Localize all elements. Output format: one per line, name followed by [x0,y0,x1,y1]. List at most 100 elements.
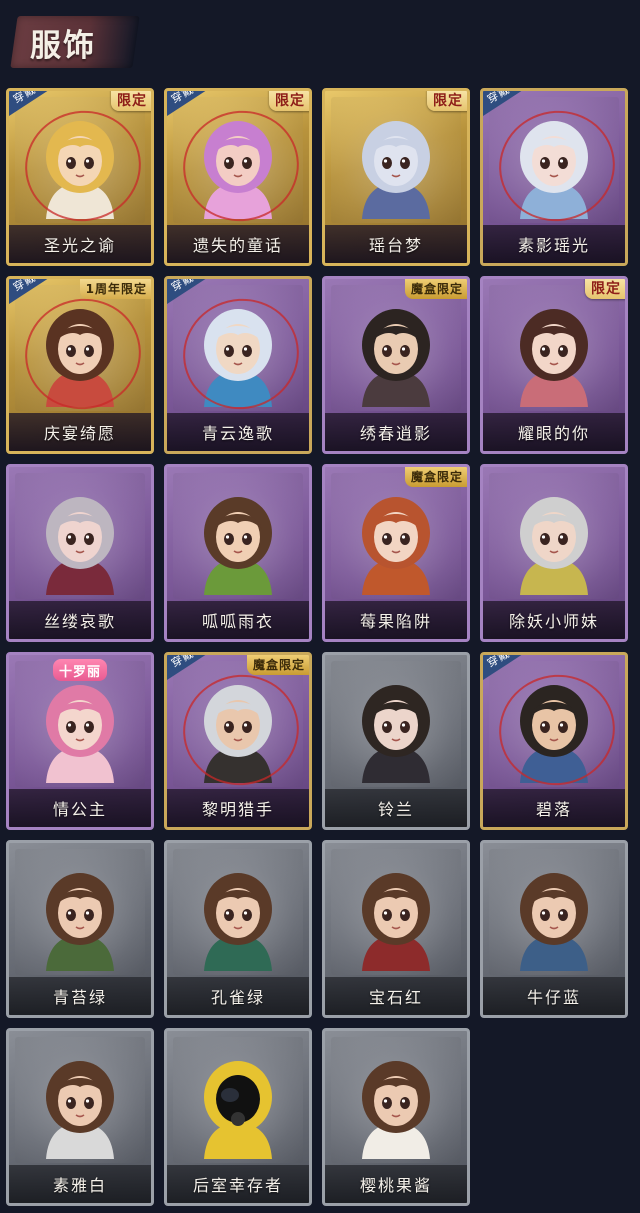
outfit-name: 绣春逍影 [359,424,432,443]
outfit-name: 莓果陷阱 [359,612,432,631]
name-bar: 素雅白 [9,1165,151,1203]
outfit-name: 庆宴绮愿 [43,424,116,443]
name-bar: 黎明猎手 [167,789,309,827]
limited-badge: 魔盒限定 [404,279,467,299]
outfit-card[interactable]: 魔盒限定莓果陷阱 [322,464,470,642]
character-portrait [190,301,286,407]
outfit-name: 瑶台梦 [368,236,423,255]
outfit-card[interactable]: 牛仔蓝 [480,840,628,1018]
name-bar: 宝石红 [325,977,467,1015]
outfit-name: 呱呱雨衣 [201,612,274,631]
name-bar: 圣光之谕 [9,225,151,263]
character-portrait [32,113,128,219]
character-portrait [190,677,286,783]
name-bar: 庆宴绮愿 [9,413,151,451]
outfit-name: 铃兰 [377,800,414,819]
name-bar: 遗失的童话 [167,225,309,263]
outfit-card[interactable]: 穿戴 限定 遗失的童话 [164,88,312,266]
page-title: 服饰 [30,28,96,64]
character-portrait [190,489,286,595]
outfit-name: 丝缕哀歌 [43,612,116,631]
outfit-card[interactable]: 穿戴 限定 圣光之谕 [6,88,154,266]
character-portrait [506,677,602,783]
outfit-card[interactable]: 穿戴 青云逸歌 [164,276,312,454]
name-bar: 青云逸歌 [167,413,309,451]
character-portrait [506,489,602,595]
outfit-name: 素雅白 [52,1176,107,1195]
name-bar: 耀眼的你 [483,413,625,451]
name-bar: 樱桃果酱 [325,1165,467,1203]
limited-badge: 魔盒限定 [246,655,309,675]
name-bar: 牛仔蓝 [483,977,625,1015]
outfit-name: 牛仔蓝 [526,988,581,1007]
outfit-grid: 穿戴 限定 圣光之谕 穿戴 限定 遗失的童话 限定 瑶台梦 穿戴 素影瑶光 穿戴 1周年限定 庆宴绮愿穿… [6,88,634,1206]
character-portrait [506,301,602,407]
outfit-card[interactable]: 宝石红 [322,840,470,1018]
outfit-name: 青苔绿 [52,988,107,1007]
character-portrait [348,1053,444,1159]
character-portrait [348,301,444,407]
character-portrait [348,489,444,595]
outfit-card[interactable]: 呱呱雨衣 [164,464,312,642]
character-portrait [190,865,286,971]
character-portrait [348,677,444,783]
outfit-card[interactable]: 十罗丽 情公主 [6,652,154,830]
outfit-name: 黎明猎手 [201,800,274,819]
header: 服饰 [0,0,640,80]
outfit-card[interactable]: 孔雀绿 [164,840,312,1018]
outfit-card[interactable]: 素雅白 [6,1028,154,1206]
name-bar: 碧落 [483,789,625,827]
outfit-name: 除妖小师妹 [508,612,599,631]
outfit-name: 遗失的童话 [192,236,283,255]
outfit-card[interactable]: 限定耀眼的你 [480,276,628,454]
character-portrait [348,865,444,971]
name-bar: 情公主 [9,789,151,827]
name-bar: 绣春逍影 [325,413,467,451]
limited-badge: 限定 [427,91,467,111]
outfit-name: 耀眼的你 [517,424,590,443]
character-portrait [506,865,602,971]
outfit-card[interactable]: 后室幸存者 [164,1028,312,1206]
name-bar: 青苔绿 [9,977,151,1015]
outfit-card[interactable]: 青苔绿 [6,840,154,1018]
name-bar: 呱呱雨衣 [167,601,309,639]
name-bar: 丝缕哀歌 [9,601,151,639]
outfit-card[interactable]: 穿戴 魔盒限定 黎明猎手 [164,652,312,830]
limited-badge: 魔盒限定 [404,467,467,487]
outfit-card[interactable]: 限定瑶台梦 [322,88,470,266]
character-portrait [348,113,444,219]
outfit-name: 青云逸歌 [201,424,274,443]
name-bar: 莓果陷阱 [325,601,467,639]
outfit-card[interactable]: 穿戴 1周年限定 庆宴绮愿 [6,276,154,454]
limited-badge: 1周年限定 [79,279,151,299]
limited-badge: 限定 [269,91,309,111]
name-bar: 除妖小师妹 [483,601,625,639]
limited-badge: 限定 [111,91,151,111]
name-bar: 瑶台梦 [325,225,467,263]
character-portrait [32,489,128,595]
outfit-name: 情公主 [52,800,107,819]
outfit-card[interactable]: 铃兰 [322,652,470,830]
outfit-card[interactable]: 丝缕哀歌 [6,464,154,642]
name-bar: 铃兰 [325,789,467,827]
outfit-card[interactable]: 除妖小师妹 [480,464,628,642]
outfit-card[interactable]: 穿戴 素影瑶光 [480,88,628,266]
limited-badge: 十罗丽 [52,659,108,681]
outfit-card[interactable]: 魔盒限定绣春逍影 [322,276,470,454]
name-bar: 后室幸存者 [167,1165,309,1203]
character-portrait [32,865,128,971]
outfit-name: 宝石红 [368,988,423,1007]
outfit-name: 孔雀绿 [210,988,265,1007]
limited-badge: 限定 [585,279,625,299]
character-portrait [506,113,602,219]
character-portrait [32,677,128,783]
name-bar: 孔雀绿 [167,977,309,1015]
outfit-name: 碧落 [535,800,572,819]
outfit-name: 后室幸存者 [192,1176,283,1195]
character-portrait [190,1053,286,1159]
outfit-card[interactable]: 穿戴 碧落 [480,652,628,830]
name-bar: 素影瑶光 [483,225,625,263]
character-portrait [190,113,286,219]
outfit-card[interactable]: 樱桃果酱 [322,1028,470,1206]
character-portrait [32,301,128,407]
